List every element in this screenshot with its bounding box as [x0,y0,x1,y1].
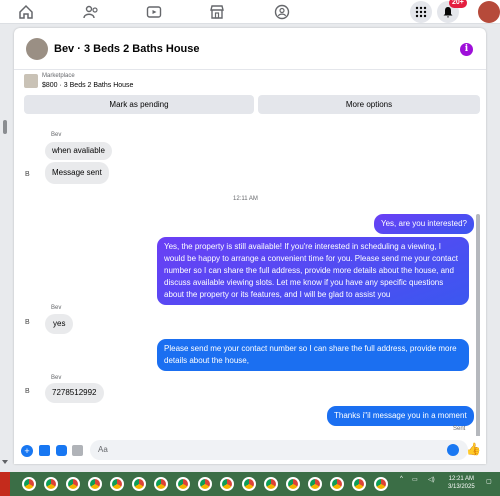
video-icon[interactable] [145,3,163,21]
menu-grid-icon[interactable] [410,1,432,23]
sender-name: Bev [51,375,62,381]
home-icon[interactable] [17,3,35,21]
notifications-button[interactable]: 20+ [437,0,467,23]
chrome-icon[interactable] [88,477,102,491]
chrome-icon[interactable] [220,477,234,491]
chrome-icon[interactable] [66,477,80,491]
chevron-up-icon[interactable]: ^ [400,476,403,482]
chrome-icon[interactable] [176,477,190,491]
scrollbar-thumb[interactable] [476,214,480,450]
chat-icon[interactable]: ▢ [486,478,492,485]
incoming-message: 7278512992 [45,383,104,403]
clock-date: 3/13/2025 [448,484,475,490]
chrome-icon[interactable] [198,477,212,491]
chrome-icon[interactable] [44,477,58,491]
sticker-icon[interactable] [56,445,67,456]
listing-thumbnail[interactable] [24,74,38,88]
gif-icon[interactable] [72,445,83,456]
listing-title[interactable]: $800 · 3 Beds 2 Baths House [42,82,133,89]
marketplace-icon[interactable] [208,3,226,21]
chrome-icon[interactable] [286,477,300,491]
network-icon[interactable]: ▭ [412,476,418,483]
chrome-icon[interactable] [330,477,344,491]
sender-name: Bev [51,305,62,311]
profile-avatar[interactable] [478,1,500,23]
avatar[interactable] [26,38,48,60]
outgoing-message: Please send me your contact number so I … [157,339,469,371]
timestamp: 12:11 AM [233,196,258,202]
friends-icon[interactable] [82,3,100,21]
chrome-icon[interactable] [374,477,388,491]
clock-time: 12:21 AM [448,476,475,482]
outgoing-message: Yes, are you interested? [374,214,474,234]
chrome-icon[interactable] [22,477,36,491]
outgoing-message: Thanks i"il message you in a moment [327,406,474,426]
chat-window: Bev · 3 Beds 2 Baths House i Marketplace… [14,28,486,464]
plus-icon[interactable]: + [21,445,33,457]
volume-icon[interactable]: ◁) [428,476,435,483]
sender-name: Bev [51,132,62,138]
clock[interactable]: 12:21 AM 3/13/2025 [448,475,475,491]
message-status: Sent [453,426,466,432]
chrome-icon[interactable] [264,477,278,491]
scroll-down-icon[interactable] [2,452,8,464]
notification-badge: 20+ [449,0,467,8]
chrome-icon[interactable] [308,477,322,491]
top-navigation: 20+ [0,0,500,24]
groups-icon[interactable] [273,3,291,21]
sender-avatar: B [25,319,30,326]
sender-avatar: B [25,171,30,178]
outgoing-message: Yes, the property is still available! If… [157,237,469,305]
start-button[interactable] [0,472,10,496]
incoming-message: when avaliable [45,142,112,160]
more-options-button[interactable]: More options [258,95,480,114]
taskbar: ^ ▭ ◁) 12:21 AM 3/13/2025 ▢ [0,472,500,496]
info-icon[interactable]: i [460,43,473,56]
photo-icon[interactable] [39,445,50,456]
chrome-icon[interactable] [132,477,146,491]
message-input[interactable]: Aa [90,440,468,460]
thumbs-up-icon[interactable]: 👍 [466,442,481,456]
chat-header: Bev · 3 Beds 2 Baths House i [14,28,486,70]
page-scrollbar-thumb[interactable] [3,120,7,134]
chat-title[interactable]: Bev · 3 Beds 2 Baths House [54,43,200,55]
chrome-icon[interactable] [110,477,124,491]
marketplace-label: Marketplace [42,73,75,79]
chrome-icon[interactable] [352,477,366,491]
emoji-icon[interactable] [447,444,459,456]
message-list: Bev when avaliable B Message sent 12:11 … [14,120,486,436]
incoming-message: yes [45,314,74,334]
chrome-icon[interactable] [242,477,256,491]
sender-avatar: B [25,388,30,395]
incoming-message: Message sent [45,162,109,184]
mark-as-pending-button[interactable]: Mark as pending [24,95,254,114]
chrome-icon[interactable] [154,477,168,491]
